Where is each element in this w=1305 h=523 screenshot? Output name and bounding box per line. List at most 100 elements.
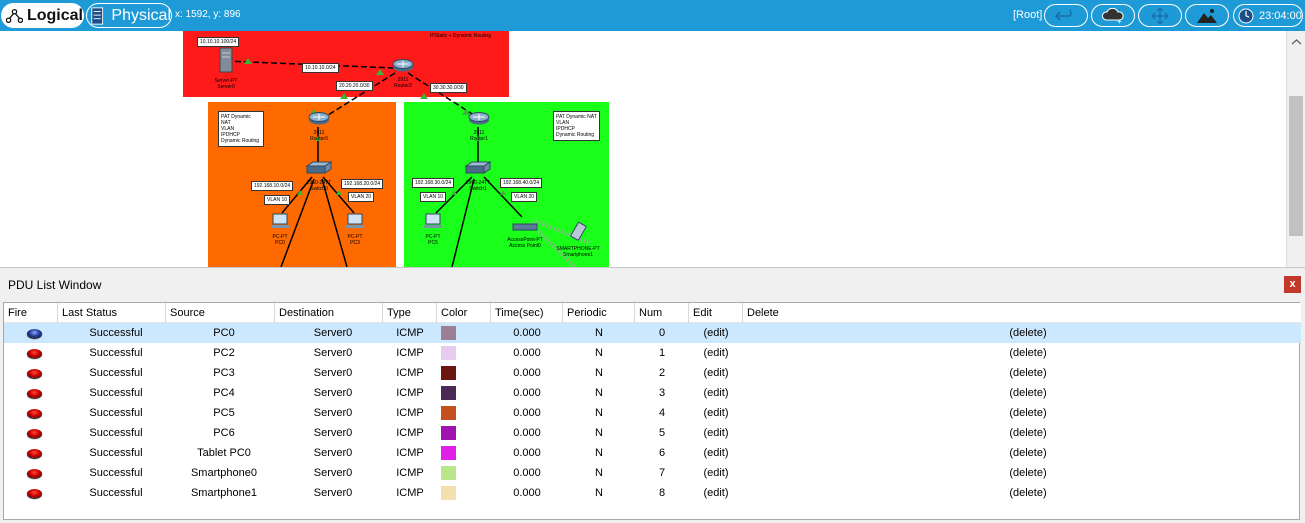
pdu-row[interactable]: Successful PC4 Server0 ICMP 0.000 N 3 (edit) (de… [4,383,1301,403]
back-button[interactable] [1044,4,1088,27]
pc-icon [424,213,442,228]
topology-canvas[interactable]: IPStatic + Dynamic Routing PAT Dynamic N… [0,31,1286,267]
edit-link[interactable]: (edit) [689,343,743,363]
col-header-periodic[interactable]: Periodic [563,303,635,323]
col-header-type[interactable]: Type [383,303,437,323]
col-header-delete[interactable]: Delete [743,303,1301,323]
pdu-row[interactable]: Successful PC2 Server0 ICMP 0.000 N 1 (edit) (de… [4,343,1301,363]
source-cell: PC4 [213,387,235,399]
router2-device[interactable]: 2911 Router2 [389,58,417,89]
col-header-time[interactable]: Time(sec) [491,303,563,323]
pdu-row[interactable]: Successful Smartphone0 Server0 ICMP 0.000 N 7 (… [4,463,1301,483]
root-breadcrumb[interactable]: [Root] [1013,9,1042,21]
fire-button-icon[interactable] [27,369,42,378]
fire-button-icon[interactable] [27,429,42,438]
last-status-cell: Successful [89,487,143,499]
switch1-device[interactable]: 2960-24TT Switch1 [461,161,495,192]
physical-view-button[interactable]: Physical [86,3,172,28]
fire-button-icon[interactable] [27,489,42,498]
pc-icon [271,213,289,228]
pdu-row[interactable]: Successful PC5 Server0 ICMP 0.000 N 4 (edit) (de… [4,403,1301,423]
cluster-button[interactable]: + [1091,4,1135,27]
type-cell: ICMP [396,467,424,479]
col-header-last-status[interactable]: Last Status [58,303,166,323]
col-header-num[interactable]: Num [635,303,689,323]
num-cell: 2 [658,367,666,379]
edit-link[interactable]: (edit) [689,483,743,503]
type-cell: ICMP [396,367,424,379]
type-cell: ICMP [396,427,424,439]
background-image-button[interactable] [1185,4,1229,27]
logical-view-button[interactable]: Logical [1,3,84,28]
last-status-cell: Successful [89,327,143,339]
col-header-source[interactable]: Source [166,303,275,323]
logical-label: Logical [26,6,83,24]
delete-link[interactable]: (delete) [988,443,1068,463]
server-device[interactable]: Server-PT Server0 [212,47,240,90]
destination-cell: Server0 [313,367,353,379]
move-object-button[interactable] [1138,4,1182,27]
num-cell: 5 [658,427,666,439]
topology-links [225,58,591,267]
label-vlan10-net-left: 192.168.10.0/24 [251,181,294,191]
delete-link[interactable]: (delete) [988,343,1068,363]
delete-link[interactable]: (delete) [988,383,1068,403]
col-header-edit[interactable]: Edit [689,303,743,323]
landscape-icon [1197,8,1217,23]
pdu-row[interactable]: Successful PC3 Server0 ICMP 0.000 N 2 (edit) (de… [4,363,1301,383]
pdu-row[interactable]: Successful Tablet PC0 Server0 ICMP 0.000 N 6 (e… [4,443,1301,463]
fire-button-icon[interactable] [27,409,42,418]
clock-gear-icon [1238,8,1254,23]
label-link-net: 10.10.10.0/24 [302,63,339,73]
edit-link[interactable]: (edit) [689,323,743,343]
back-arrow-icon [1054,9,1072,21]
edit-link[interactable]: (edit) [689,443,743,463]
edit-link[interactable]: (edit) [689,463,743,483]
source-cell: PC6 [213,427,235,439]
smartphone-device[interactable]: SMARTPHONE-PT Smartphone1 [553,221,603,258]
scrollbar-thumb[interactable] [1289,96,1303,236]
access-point-device[interactable]: AccessPoint-PT Access Point0 [505,219,545,249]
edit-link[interactable]: (edit) [689,403,743,423]
clock-button[interactable]: 23:04:00 [1233,4,1303,27]
last-status-cell: Successful [89,447,143,459]
delete-link[interactable]: (delete) [988,323,1068,343]
periodic-cell: N [595,387,603,399]
canvas-vertical-scrollbar[interactable] [1286,31,1305,267]
fire-button-icon[interactable] [27,349,42,358]
pdu-row[interactable]: Successful PC6 Server0 ICMP 0.000 N 5 (edit) (de… [4,423,1301,443]
pc0-device[interactable]: PC-PT PC0 [268,213,292,246]
col-header-destination[interactable]: Destination [275,303,383,323]
delete-link[interactable]: (delete) [988,463,1068,483]
delete-link[interactable]: (delete) [988,403,1068,423]
fire-button-icon[interactable] [27,329,42,338]
delete-link[interactable]: (delete) [988,423,1068,443]
router0-device[interactable]: 2911 Router0 [305,111,333,142]
edit-link[interactable]: (edit) [689,363,743,383]
switch0-device[interactable]: 2960-24TT Switch0 [302,161,336,192]
delete-link[interactable]: (delete) [988,483,1068,503]
source-cell: PC3 [213,367,235,379]
router1-device[interactable]: 2911 Router1 [465,111,493,142]
label-vlan20-net-left: 192.168.20.0/24 [341,179,384,189]
pdu-table: Fire Last Status Source Destination Type… [3,302,1301,520]
edit-link[interactable]: (edit) [689,383,743,403]
pc5-device[interactable]: PC-PT PC5 [421,213,445,246]
pdu-list-window: PDU List Window x Fire Last Status Sourc… [0,267,1305,523]
fire-button-icon[interactable] [27,389,42,398]
close-button[interactable]: x [1284,276,1301,293]
delete-link[interactable]: (delete) [988,363,1068,383]
edit-link[interactable]: (edit) [689,423,743,443]
periodic-cell: N [595,407,603,419]
pc3-device[interactable]: PC-PT PC3 [343,213,367,246]
fire-button-icon[interactable] [27,469,42,478]
time-cell: 0.000 [513,427,541,439]
rack-icon [91,6,104,25]
smartphone-icon [570,221,587,241]
col-header-color[interactable]: Color [437,303,491,323]
pdu-row[interactable]: Successful Smartphone1 Server0 ICMP 0.000 N 8 (… [4,483,1301,503]
pdu-row[interactable]: Successful PC0 Server0 ICMP 0.000 N 0 (edit) (de… [4,323,1301,343]
col-header-fire[interactable]: Fire [4,303,58,323]
fire-button-icon[interactable] [27,449,42,458]
time-cell: 0.000 [513,487,541,499]
